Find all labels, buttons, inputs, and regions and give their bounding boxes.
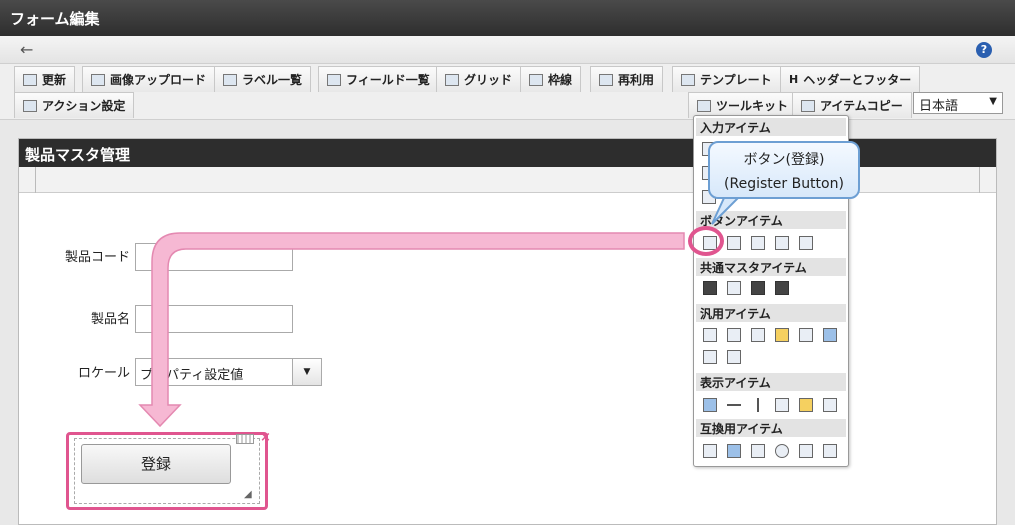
highlight-circle bbox=[688, 226, 724, 256]
callout-pointer bbox=[711, 197, 741, 225]
